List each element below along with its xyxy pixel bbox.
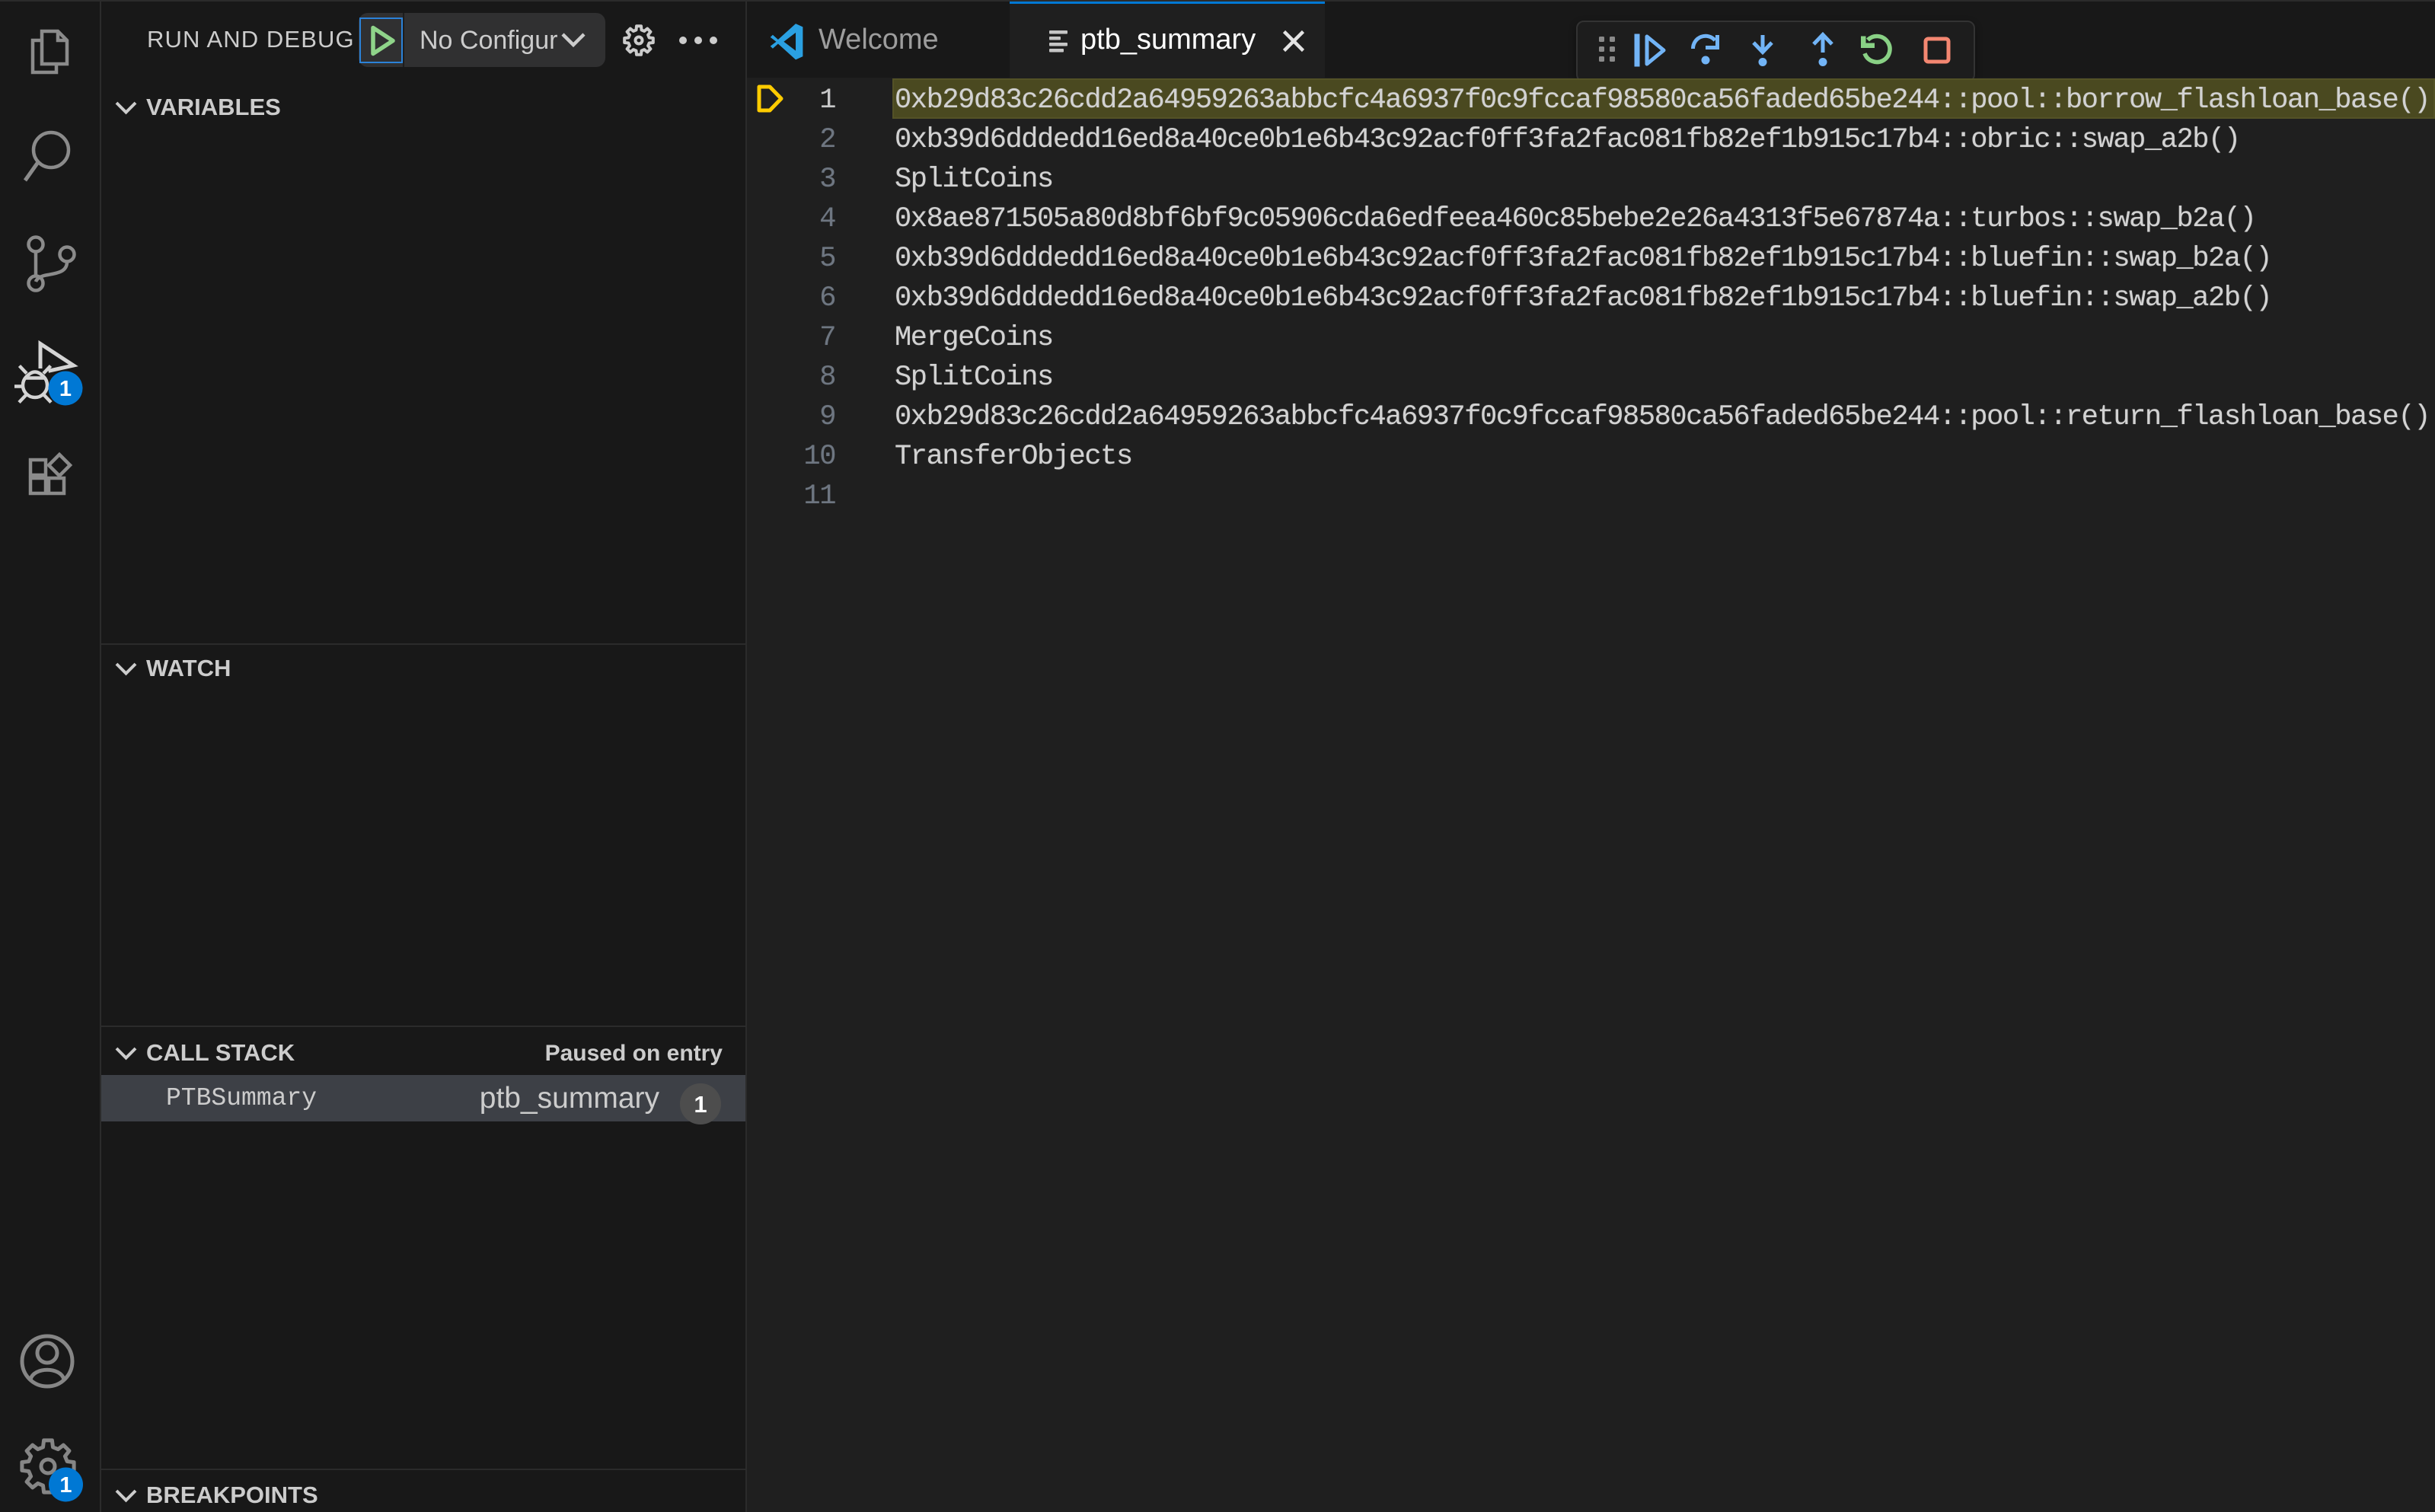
svg-text:1: 1 xyxy=(694,1091,707,1118)
